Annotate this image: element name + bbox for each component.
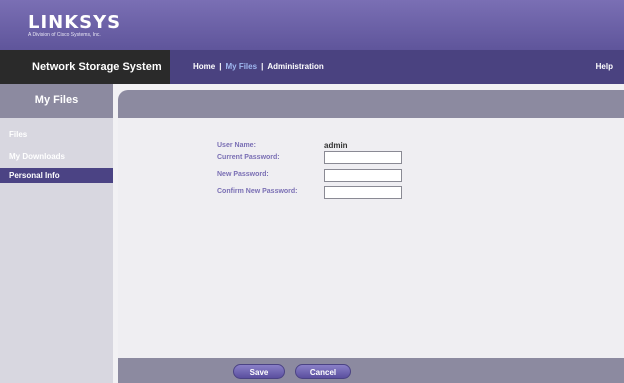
brand-header: LINKSYS A Division of Cisco Systems, Inc… <box>0 0 624 50</box>
app-window: LINKSYS A Division of Cisco Systems, Inc… <box>0 0 624 383</box>
sidebar-header: My Files <box>0 84 113 118</box>
sidebar-item-label: Files <box>9 130 28 139</box>
sidebar-title: My Files <box>34 94 79 106</box>
nav-link-home[interactable]: Home <box>193 62 215 71</box>
linksys-logo: LINKSYS A Division of Cisco Systems, Inc… <box>28 14 121 39</box>
confirm-password-label: Confirm New Password: <box>217 188 298 195</box>
nav-link-my-files[interactable]: My Files <box>225 62 257 71</box>
sidebar: Files My Downloads Personal Info <box>0 118 113 383</box>
cancel-button[interactable]: Cancel <box>295 364 351 379</box>
sidebar-item-label: Personal Info <box>9 171 60 180</box>
content-header <box>118 90 624 118</box>
confirm-password-input[interactable] <box>324 186 402 199</box>
personal-info-form: User Name: admin Current Password: New P… <box>118 118 624 358</box>
nav-separator: | <box>261 62 264 71</box>
username-label: User Name: <box>217 142 256 149</box>
form-footer: Save Cancel <box>118 358 624 383</box>
new-password-label: New Password: <box>217 171 269 178</box>
sidebar-item-files[interactable]: Files <box>0 127 113 142</box>
top-navigation: Network Storage System Home | My Files | Adm… <box>0 50 624 84</box>
current-password-label: Current Password: <box>217 154 280 161</box>
new-password-input[interactable] <box>324 169 402 182</box>
nav-link-help[interactable]: Help <box>596 62 613 71</box>
username-value: admin <box>324 141 348 150</box>
sidebar-item-my-downloads[interactable]: My Downloads <box>0 149 113 164</box>
sidebar-item-label: My Downloads <box>9 152 66 161</box>
nav-links: Home | My Files | Administration <box>193 62 324 71</box>
nav-link-administration[interactable]: Administration <box>267 62 323 71</box>
save-button[interactable]: Save <box>233 364 285 379</box>
nav-separator: | <box>219 62 222 71</box>
system-title: Network Storage System <box>32 61 162 73</box>
logo-subtext: A Division of Cisco Systems, Inc. <box>28 32 101 38</box>
system-title-box: Network Storage System <box>0 50 170 84</box>
current-password-input[interactable] <box>324 151 402 164</box>
logo-text: LINKSYS <box>28 12 122 33</box>
sidebar-item-personal-info[interactable]: Personal Info <box>0 168 113 183</box>
